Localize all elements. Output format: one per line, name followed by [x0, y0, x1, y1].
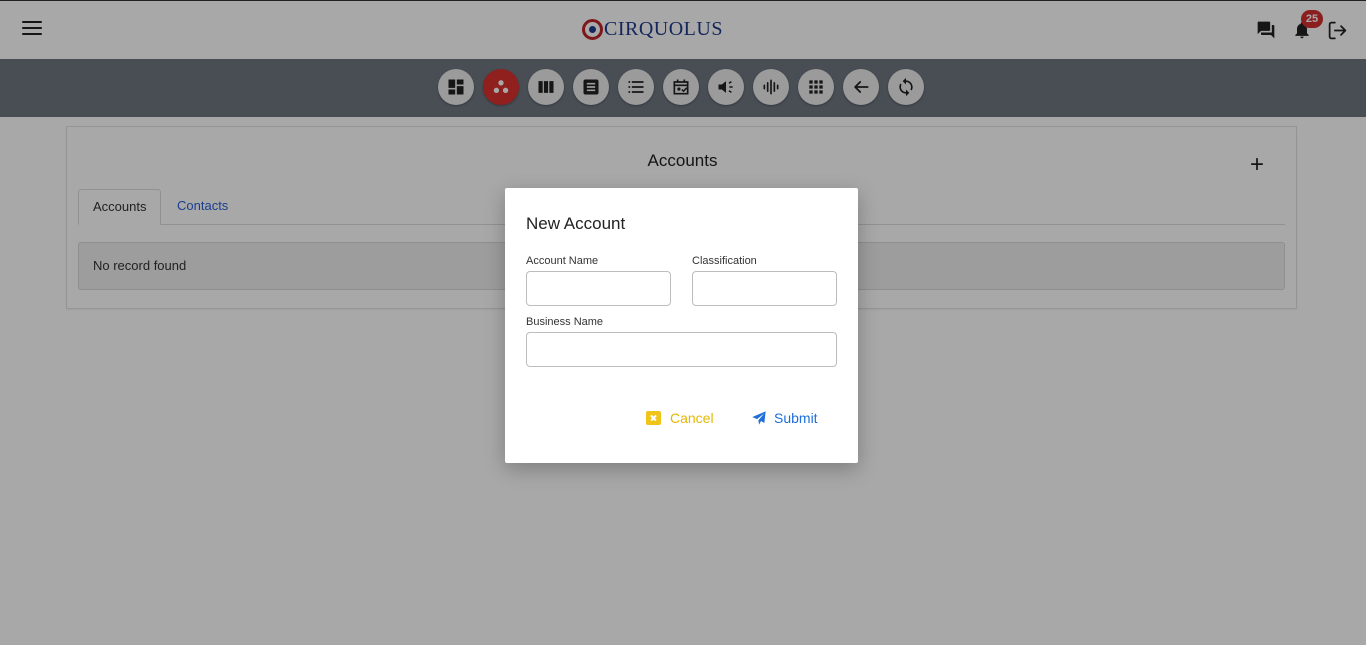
cancel-label: Cancel — [670, 410, 714, 426]
send-icon — [752, 411, 766, 425]
dialog-title: New Account — [526, 214, 626, 233]
account-name-label: Account Name — [526, 255, 599, 267]
classification-input[interactable] — [692, 271, 837, 306]
submit-button[interactable]: Submit — [751, 410, 818, 426]
new-account-dialog: New Account Account Name Classification … — [505, 188, 858, 463]
classification-label: Classification — [692, 255, 757, 267]
cancel-icon — [646, 411, 661, 425]
business-name-input[interactable] — [526, 332, 837, 367]
submit-label: Submit — [774, 410, 818, 426]
cancel-button[interactable]: Cancel — [646, 410, 714, 426]
business-name-label: Business Name — [526, 316, 604, 328]
account-name-input[interactable] — [526, 271, 671, 306]
